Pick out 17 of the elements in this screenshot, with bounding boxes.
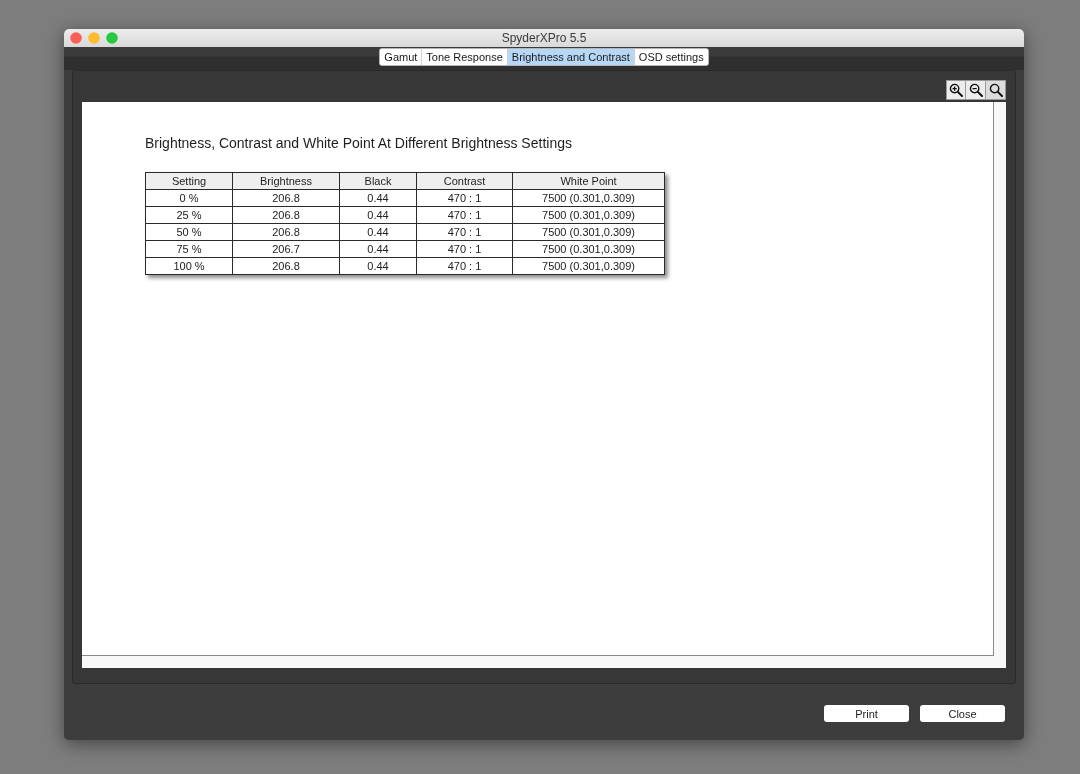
magnifier-button[interactable] xyxy=(986,80,1006,100)
report-title: Brightness, Contrast and White Point At Different Brightness Settings xyxy=(145,135,573,151)
zoom-in-button[interactable] xyxy=(946,80,966,100)
column-header: Black xyxy=(339,172,417,190)
tab[interactable]: Brightness and Contrast xyxy=(506,49,634,65)
column-header: White Point xyxy=(512,172,665,190)
column-header: Brightness xyxy=(232,172,340,190)
column-header: Contrast xyxy=(416,172,513,190)
print-button[interactable]: Print xyxy=(824,705,909,722)
zoom-out-icon xyxy=(968,83,983,97)
window-title: SpyderXPro 5.5 xyxy=(501,31,587,45)
close-button[interactable]: Close xyxy=(920,705,1005,722)
magnifier-icon xyxy=(988,83,1003,97)
zoom-out-button[interactable] xyxy=(966,80,986,100)
zoom-in-icon xyxy=(949,83,963,97)
tab[interactable]: OSD settings xyxy=(633,49,708,65)
column-header: Setting xyxy=(145,172,233,190)
